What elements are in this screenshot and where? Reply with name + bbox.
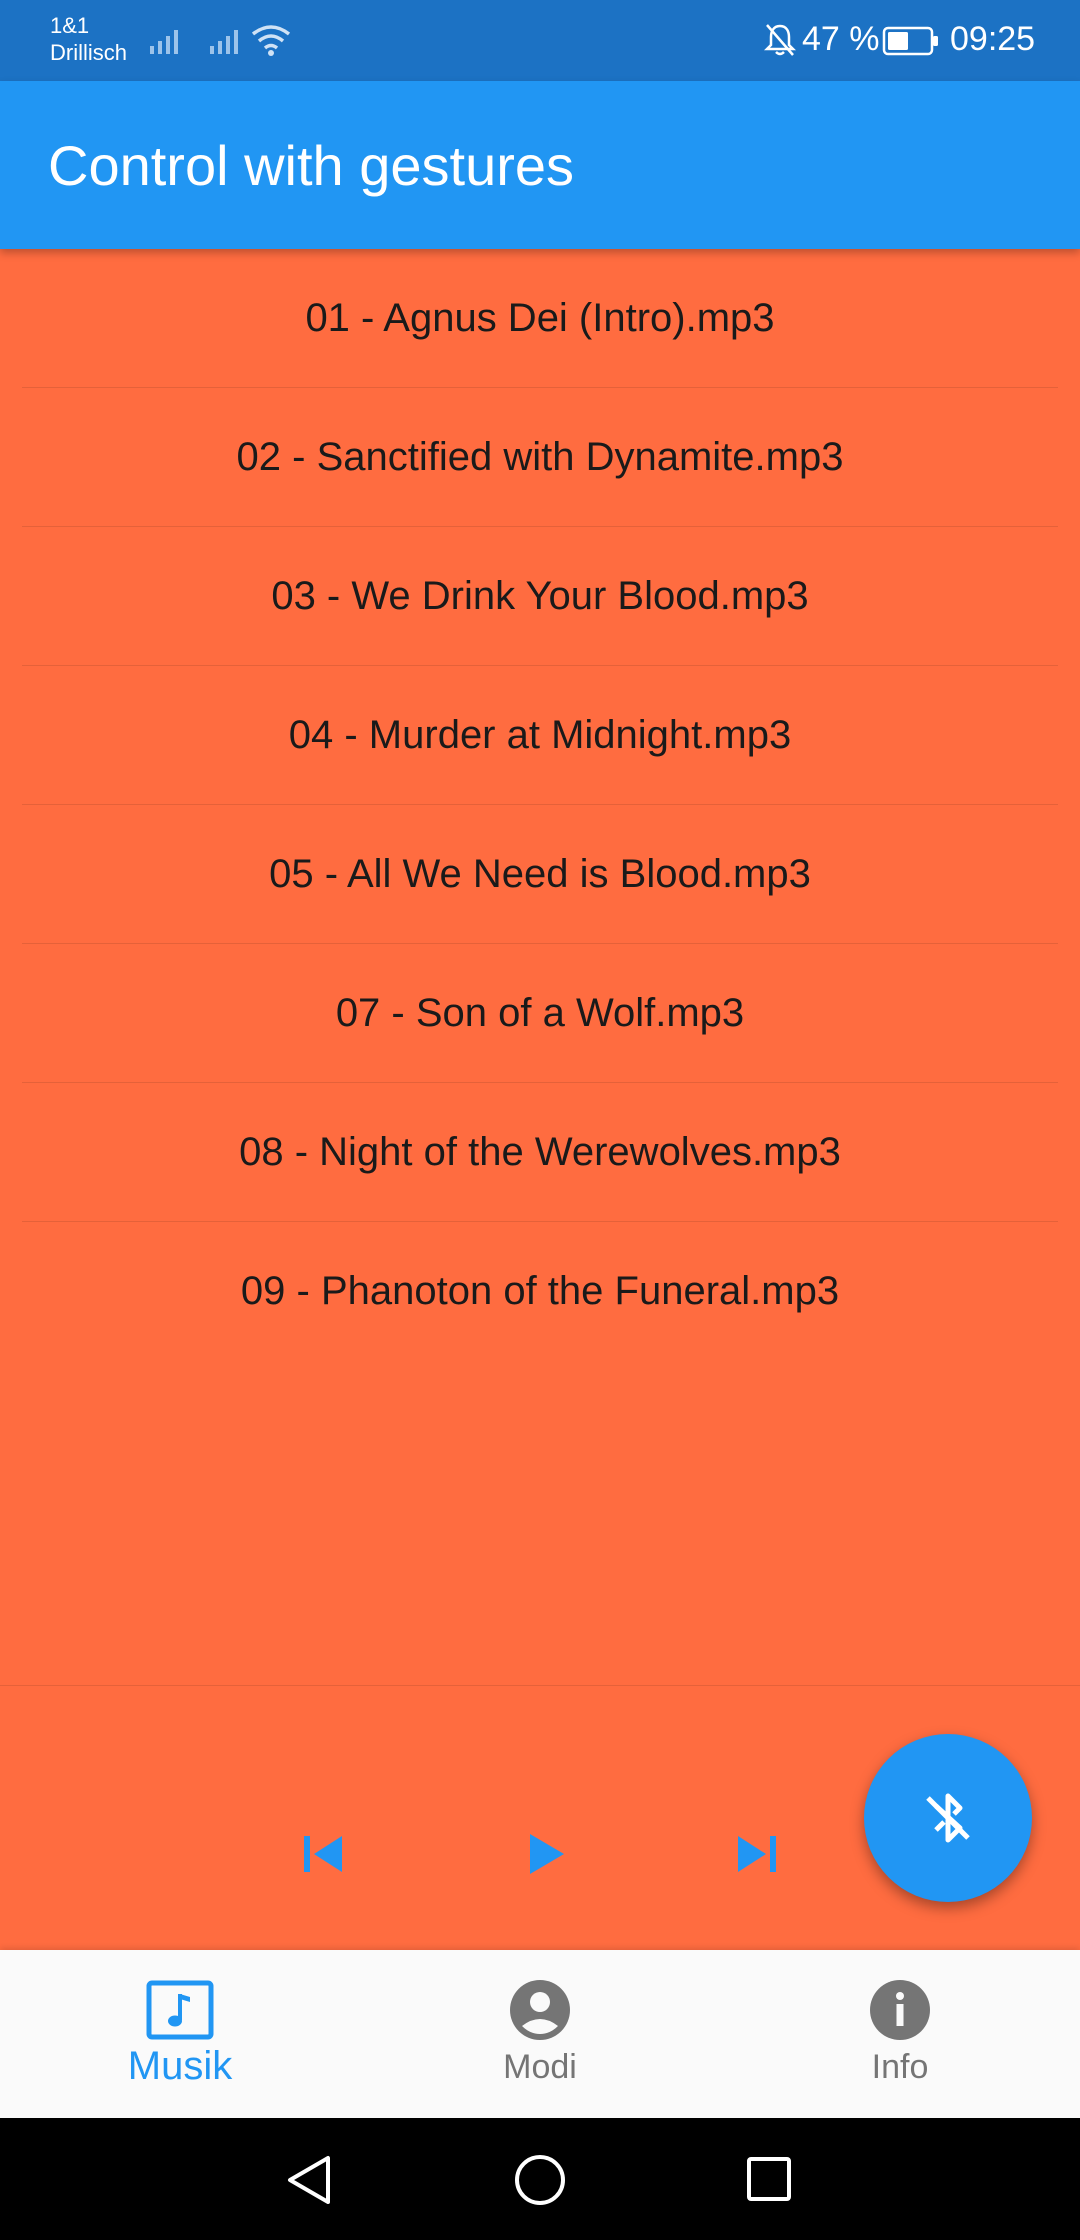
list-item[interactable]: 08 - Night of the Werewolves.mp3 xyxy=(22,1083,1058,1222)
wifi-icon xyxy=(251,25,291,56)
page-title: Control with gestures xyxy=(48,134,575,197)
home-icon[interactable] xyxy=(512,2152,568,2208)
bottom-navigation: Musik Modi Info xyxy=(0,1950,1080,2118)
list-item[interactable]: 05 - All We Need is Blood.mp3 xyxy=(22,805,1058,944)
recents-icon[interactable] xyxy=(744,2154,794,2204)
app-bar: Control with gestures xyxy=(0,81,1080,249)
clock: 09:25 xyxy=(950,20,1036,58)
nav-label: Info xyxy=(871,2048,929,2086)
list-item[interactable]: 04 - Murder at Midnight.mp3 xyxy=(22,666,1058,805)
account-circle-icon xyxy=(510,1980,570,2040)
carrier-label: 1&1 Drillisch xyxy=(50,13,127,65)
nav-item-musik[interactable]: Musik xyxy=(0,1950,360,2118)
player-divider xyxy=(0,1685,1080,1686)
nav-item-info[interactable]: Info xyxy=(720,1950,1080,2118)
back-icon[interactable] xyxy=(284,2154,334,2206)
bluetooth-button[interactable] xyxy=(864,1734,1032,1902)
list-item[interactable]: 07 - Son of a Wolf.mp3 xyxy=(22,944,1058,1083)
list-item[interactable]: 02 - Sanctified with Dynamite.mp3 xyxy=(22,388,1058,527)
list-item[interactable]: 09 - Phanoton of the Funeral.mp3 xyxy=(22,1222,1058,1360)
track-list: 01 - Agnus Dei (Intro).mp3 02 - Sanctifi… xyxy=(0,249,1080,1360)
battery-icon xyxy=(882,26,938,56)
skip-next-icon[interactable] xyxy=(734,1830,778,1878)
list-item[interactable]: 01 - Agnus Dei (Intro).mp3 xyxy=(22,249,1058,388)
info-icon xyxy=(870,1980,930,2040)
signal-icon xyxy=(210,30,238,54)
nav-label: Musik xyxy=(127,2044,233,2088)
bell-off-icon xyxy=(764,24,796,56)
play-icon[interactable] xyxy=(526,1830,566,1878)
nav-label: Modi xyxy=(503,2048,577,2086)
status-bar: 1&1 Drillisch 47 % 09:25 xyxy=(0,0,1080,81)
music-note-icon xyxy=(146,1980,214,2040)
bluetooth-disabled-icon xyxy=(926,1793,970,1843)
skip-previous-icon[interactable] xyxy=(302,1830,346,1878)
list-item[interactable]: 03 - We Drink Your Blood.mp3 xyxy=(22,527,1058,666)
signal-icon xyxy=(150,30,178,54)
system-navigation-bar xyxy=(0,2118,1080,2240)
battery-percent: 47 % xyxy=(802,20,880,58)
nav-item-modi[interactable]: Modi xyxy=(360,1950,720,2118)
